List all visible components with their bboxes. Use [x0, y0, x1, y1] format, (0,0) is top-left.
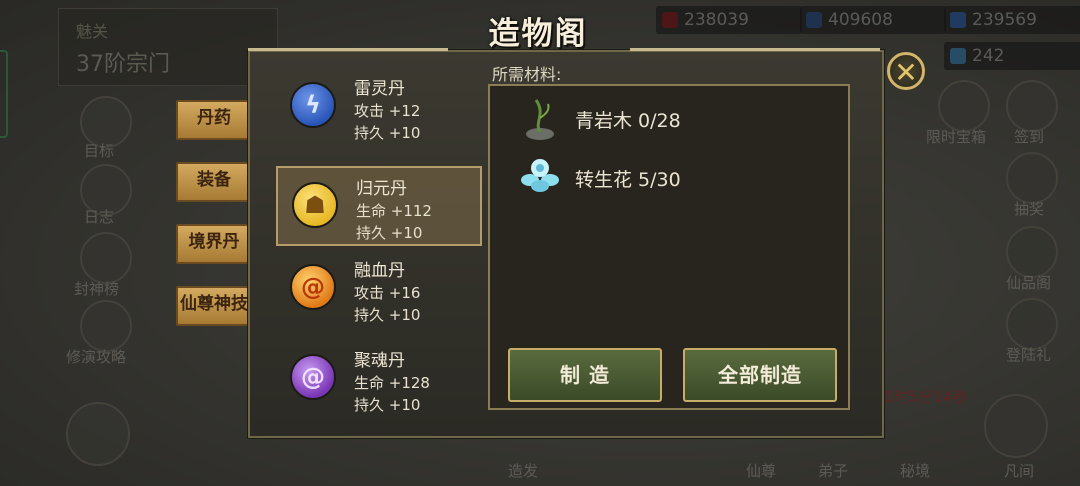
materials-label: 所需材料:: [492, 65, 562, 84]
craft-button[interactable]: 制 造: [508, 348, 662, 402]
title-divider: [248, 48, 448, 51]
list-item[interactable]: @ 融血丹 攻击 +16 持久 +10: [276, 250, 482, 330]
flower-icon: [520, 156, 560, 194]
tab-equipment[interactable]: 装备: [176, 162, 252, 202]
list-item[interactable]: ☗ 归元丹 生命 +112 持久 +10: [276, 166, 482, 246]
title-divider: [630, 48, 880, 51]
lightning-icon: ϟ: [290, 82, 336, 128]
craft-all-button[interactable]: 全部制造: [683, 348, 837, 402]
material-name: 转生花 5/30: [575, 169, 681, 191]
meditation-icon: ☗: [292, 182, 338, 228]
list-item[interactable]: @ 聚魂丹 生命 +128 持久 +10: [276, 340, 482, 420]
dialog-title: 造物阁: [488, 16, 588, 52]
tab-pills[interactable]: 丹药: [176, 100, 252, 140]
pill-list[interactable]: ϟ 雷灵丹 攻击 +12 持久 +10 ☗ 归元丹 生命 +112 持久 +10…: [252, 54, 484, 430]
close-icon: ✕: [894, 56, 918, 89]
dialog-title-banner: 造物阁: [440, 6, 636, 52]
herb-icon: [522, 96, 558, 142]
tab-immortal-skills[interactable]: 仙尊神技: [176, 286, 252, 326]
soul-swirl-icon: @: [290, 354, 336, 400]
close-button[interactable]: ✕: [887, 52, 925, 90]
material-name: 青岩木 0/28: [575, 110, 681, 132]
swirl-icon: @: [290, 264, 336, 310]
tab-realm-pills[interactable]: 境界丹: [176, 224, 252, 264]
list-item[interactable]: ϟ 雷灵丹 攻击 +12 持久 +10: [276, 68, 482, 148]
